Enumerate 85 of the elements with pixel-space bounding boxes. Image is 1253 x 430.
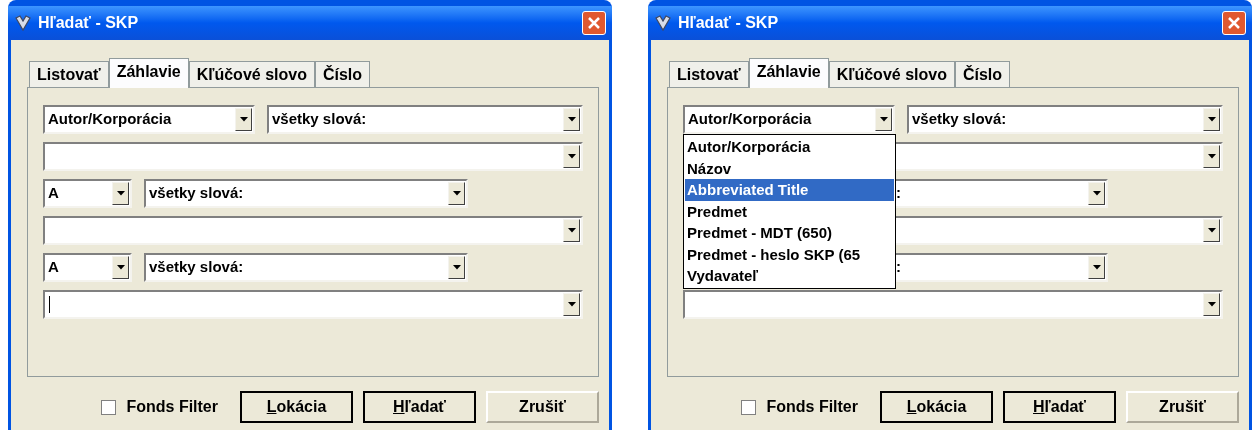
dropdown-option[interactable]: Predmet - MDT (650) — [685, 222, 894, 244]
caret-icon — [116, 191, 125, 196]
close-button[interactable] — [1222, 11, 1246, 35]
window-title: Hľadať - SKP — [38, 13, 139, 33]
window-title: Hľadať - SKP — [678, 13, 779, 33]
dropdown-button[interactable] — [1203, 145, 1220, 168]
dropdown-field[interactable] — [683, 290, 1223, 319]
dropdown-field[interactable]: všetky slová: — [267, 105, 583, 134]
caret-icon — [1092, 191, 1101, 196]
dropdown-button[interactable] — [112, 256, 129, 279]
caret-icon — [1207, 154, 1216, 159]
dropdown-field[interactable]: všetky slová: — [907, 105, 1223, 134]
dropdown-button[interactable] — [235, 108, 252, 131]
dropdown-button[interactable] — [563, 145, 580, 168]
dropdown-option[interactable]: Autor/Korporácia — [685, 136, 894, 158]
field-text: A — [48, 183, 59, 204]
dropdown-field[interactable]: všetky slová: — [144, 179, 468, 208]
field-text: Autor/Korporácia — [688, 109, 812, 130]
dialog-button[interactable]: Lokácia — [880, 391, 993, 423]
checkbox-label: Fonds Filter — [126, 397, 218, 417]
dropdown-button[interactable] — [563, 293, 580, 316]
checkbox-label: Fonds Filter — [766, 397, 858, 417]
caret-icon — [1207, 228, 1216, 233]
checkbox[interactable] — [101, 399, 117, 415]
dropdown-button[interactable] — [1203, 108, 1220, 131]
tab[interactable]: Záhlavie — [748, 58, 829, 88]
caret-icon — [1207, 302, 1216, 307]
tab[interactable]: Číslo — [954, 61, 1011, 87]
caret-icon — [1207, 117, 1216, 122]
field-text: všetky slová: — [272, 109, 367, 130]
tab[interactable]: Číslo — [314, 61, 371, 87]
tab[interactable]: Záhlavie — [108, 58, 189, 88]
dropdown-button[interactable] — [1088, 182, 1105, 205]
field-text: Autor/Korporácia — [48, 109, 172, 130]
checkbox[interactable] — [741, 399, 757, 415]
caret-icon — [567, 302, 576, 307]
caret-icon — [1092, 265, 1101, 270]
caret-icon — [116, 265, 125, 270]
caret-icon — [452, 265, 461, 270]
close-icon — [587, 16, 601, 30]
dropdown-field[interactable] — [43, 142, 583, 171]
field-text: všetky slová: — [149, 257, 244, 278]
text-cursor — [49, 296, 50, 313]
dialog-button[interactable]: Hľadať — [363, 391, 476, 423]
dialog-button[interactable]: Zrušiť — [486, 391, 599, 423]
field-text: všetky slová: — [149, 183, 244, 204]
app-icon — [654, 14, 672, 32]
dropdown-button[interactable] — [1203, 219, 1220, 242]
dialog-button[interactable]: Hľadať — [1003, 391, 1116, 423]
app-icon — [14, 14, 32, 32]
tab[interactable]: Listovať — [29, 61, 109, 87]
dropdown-button[interactable] — [448, 256, 465, 279]
dropdown-button[interactable] — [448, 182, 465, 205]
dropdown-button[interactable] — [112, 182, 129, 205]
dialog-button[interactable]: Zrušiť — [1126, 391, 1239, 423]
dropdown-button[interactable] — [563, 108, 580, 131]
dropdown-field[interactable] — [43, 290, 583, 319]
caret-icon — [567, 228, 576, 233]
field-text: : — [896, 183, 901, 204]
dropdown-button[interactable] — [563, 219, 580, 242]
dropdown-field[interactable] — [43, 216, 583, 245]
field-text: : — [896, 257, 901, 278]
tab[interactable]: Listovať — [669, 61, 749, 87]
dropdown-button[interactable] — [1088, 256, 1105, 279]
close-button[interactable] — [582, 11, 606, 35]
field-text: všetky slová: — [912, 109, 1007, 130]
dialog-button[interactable]: Lokácia — [240, 391, 353, 423]
dropdown-field[interactable]: A — [43, 253, 132, 282]
caret-icon — [879, 117, 888, 122]
dropdown-option[interactable]: Názov — [685, 157, 894, 179]
dropdown-button[interactable] — [875, 108, 892, 131]
dropdown-option[interactable]: Abbreviated Title — [685, 179, 894, 201]
caret-icon — [239, 117, 248, 122]
tab[interactable]: Kľúčové slovo — [188, 61, 315, 87]
field-text: A — [48, 257, 59, 278]
caret-icon — [567, 154, 576, 159]
dropdown-field[interactable]: A — [43, 179, 132, 208]
caret-icon — [452, 191, 461, 196]
dropdown-field[interactable]: Autor/Korporácia — [683, 105, 895, 134]
dropdown-field[interactable]: Autor/Korporácia — [43, 105, 255, 134]
caret-icon — [567, 117, 576, 122]
close-icon — [1227, 16, 1241, 30]
tab[interactable]: Kľúčové slovo — [828, 61, 955, 87]
dropdown-button[interactable] — [1203, 293, 1220, 316]
dropdown-field[interactable]: všetky slová: — [144, 253, 468, 282]
